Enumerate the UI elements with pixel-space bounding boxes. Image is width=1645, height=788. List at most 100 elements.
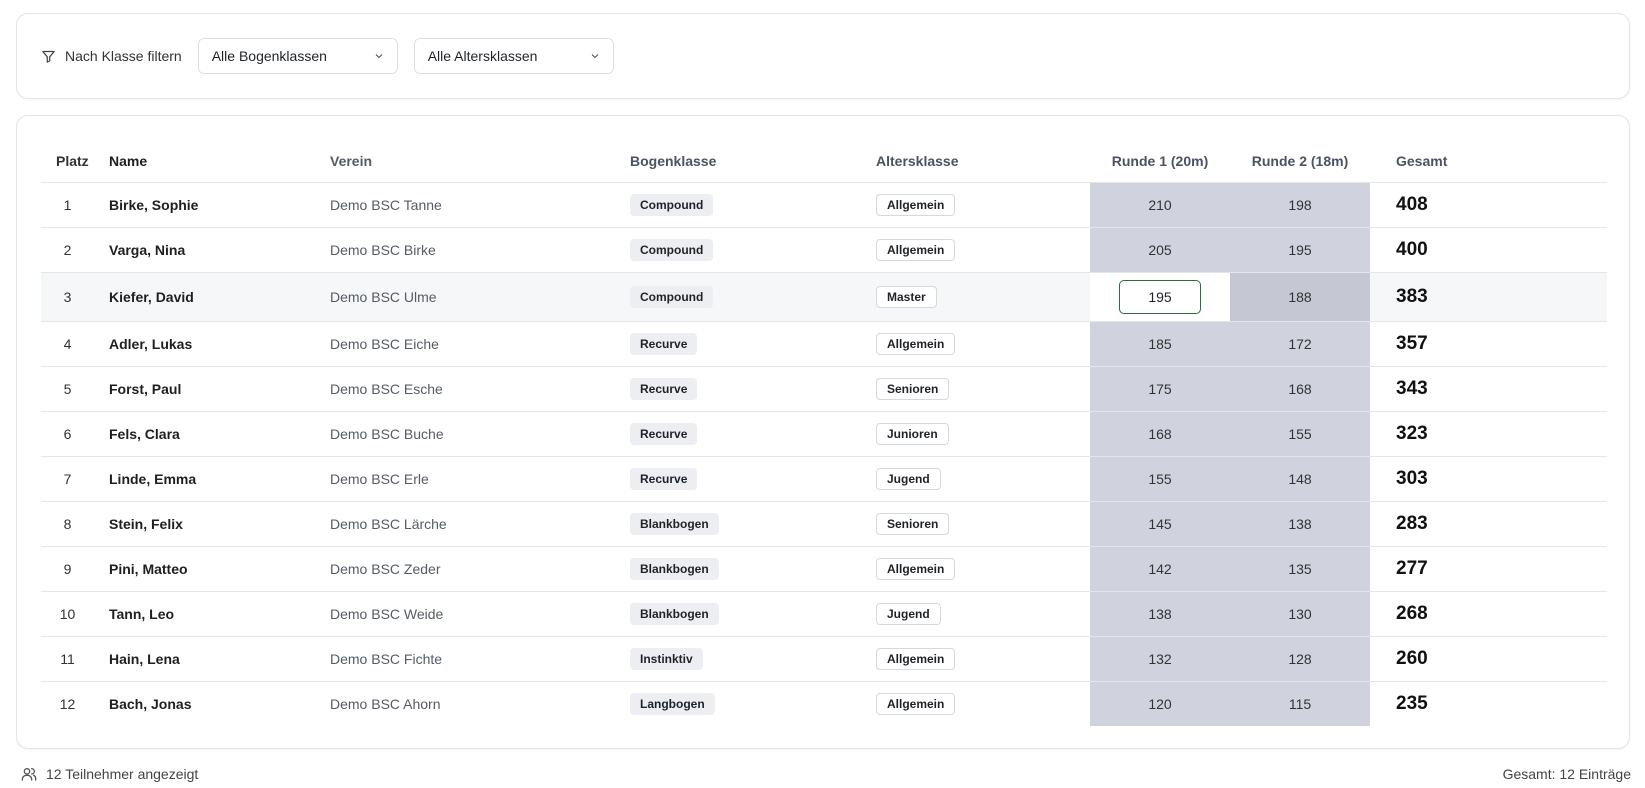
users-icon: [21, 768, 37, 781]
runde2-cell[interactable]: 148: [1230, 456, 1370, 502]
runde2-cell[interactable]: 128: [1230, 636, 1370, 682]
table-row[interactable]: 8 Stein, Felix Demo BSC Lärche Blankbogen Se…: [41, 501, 1607, 547]
filter-row: Nach Klasse filtern Alle Bogenklassen Al…: [41, 38, 630, 74]
header-altersklasse[interactable]: Altersklasse: [876, 141, 1090, 183]
runde2-cell[interactable]: 195: [1230, 227, 1370, 273]
table-row[interactable]: 12 Bach, Jonas Demo BSC Ahorn Langbogen Allg…: [41, 681, 1607, 726]
table-row[interactable]: 6 Fels, Clara Demo BSC Buche Recurve Juniore…: [41, 411, 1607, 457]
bogenklasse-cell: Langbogen: [630, 681, 876, 726]
header-verein[interactable]: Verein: [330, 141, 630, 183]
chevron-down-icon: [591, 54, 599, 59]
verein-cell: Demo BSC Buche: [330, 411, 630, 457]
runde1-cell[interactable]: 210: [1090, 182, 1230, 228]
header-runde2[interactable]: Runde 2 (18m): [1230, 141, 1370, 183]
name-cell: Kiefer, David: [94, 272, 330, 322]
table-body: 1 Birke, Sophie Demo BSC Tanne Compound Allg…: [41, 182, 1607, 726]
table-row[interactable]: 3 Kiefer, David Demo BSC Ulme Compound Maste…: [41, 272, 1607, 322]
table-row[interactable]: 5 Forst, Paul Demo BSC Esche Recurve Seniore…: [41, 366, 1607, 412]
bogenklasse-badge: Recurve: [630, 332, 698, 355]
table-row[interactable]: 10 Tann, Leo Demo BSC Weide Blankbogen Jugen…: [41, 591, 1607, 637]
altersklasse-badge: Allgemein: [876, 692, 956, 715]
bogenklasse-cell: Recurve: [630, 456, 876, 502]
results-table: Platz Name Verein Bogenklasse Altersklas…: [41, 141, 1607, 726]
runde1-cell[interactable]: 185: [1090, 321, 1230, 367]
runde1-cell[interactable]: 175: [1090, 366, 1230, 412]
runde1-cell[interactable]: 132: [1090, 636, 1230, 682]
table-row[interactable]: 7 Linde, Emma Demo BSC Erle Recurve Jugend 15…: [41, 456, 1607, 502]
bogenklasse-badge: Compound: [630, 193, 714, 216]
age-class-select[interactable]: Alle Altersklassen: [413, 38, 614, 74]
altersklasse-badge: Junioren: [876, 422, 949, 445]
runde1-edit-input[interactable]: [1119, 279, 1201, 314]
gesamt-cell: 383: [1370, 272, 1607, 322]
bow-class-select[interactable]: Alle Bogenklassen: [197, 38, 398, 74]
runde2-cell[interactable]: 172: [1230, 321, 1370, 367]
platz-cell: 8: [41, 501, 94, 547]
bogenklasse-badge: Compound: [630, 238, 714, 261]
runde2-cell[interactable]: 115: [1230, 681, 1370, 726]
runde2-cell[interactable]: 130: [1230, 591, 1370, 637]
runde2-cell[interactable]: 135: [1230, 546, 1370, 592]
gesamt-cell: 283: [1370, 501, 1607, 547]
altersklasse-cell: Jugend: [876, 456, 1090, 502]
runde1-cell[interactable]: 138: [1090, 591, 1230, 637]
bogenklasse-badge: Blankbogen: [630, 602, 719, 625]
platz-cell: 2: [41, 227, 94, 273]
altersklasse-badge: Allgemein: [876, 332, 956, 355]
table-row[interactable]: 4 Adler, Lukas Demo BSC Eiche Recurve Allgem…: [41, 321, 1607, 367]
runde1-cell[interactable]: 142: [1090, 546, 1230, 592]
runde2-cell[interactable]: 198: [1230, 182, 1370, 228]
bogenklasse-cell: Recurve: [630, 411, 876, 457]
verein-cell: Demo BSC Esche: [330, 366, 630, 412]
altersklasse-cell: Allgemein: [876, 636, 1090, 682]
filter-icon: [42, 50, 55, 63]
verein-cell: Demo BSC Fichte: [330, 636, 630, 682]
verein-cell: Demo BSC Eiche: [330, 321, 630, 367]
table-row[interactable]: 1 Birke, Sophie Demo BSC Tanne Compound Allg…: [41, 182, 1607, 228]
table-header-row: Platz Name Verein Bogenklasse Altersklas…: [41, 141, 1607, 183]
altersklasse-cell: Jugend: [876, 591, 1090, 637]
table-row[interactable]: 11 Hain, Lena Demo BSC Fichte Instinktiv All…: [41, 636, 1607, 682]
altersklasse-badge: Master: [876, 285, 937, 308]
runde1-cell[interactable]: 155: [1090, 456, 1230, 502]
header-bogenklasse[interactable]: Bogenklasse: [630, 141, 876, 183]
altersklasse-cell: Allgemein: [876, 681, 1090, 726]
altersklasse-cell: Master: [876, 272, 1090, 322]
platz-cell: 6: [41, 411, 94, 457]
header-gesamt[interactable]: Gesamt: [1370, 141, 1607, 183]
verein-cell: Demo BSC Ulme: [330, 272, 630, 322]
platz-cell: 12: [59, 695, 76, 712]
header-name[interactable]: Name: [94, 141, 330, 183]
name-cell: Bach, Jonas: [109, 695, 192, 712]
altersklasse-badge: Allgemein: [876, 193, 956, 216]
runde1-cell[interactable]: 168: [1090, 411, 1230, 457]
runde1-cell[interactable]: 145: [1090, 501, 1230, 547]
runde2-cell[interactable]: 168: [1230, 366, 1370, 412]
bogenklasse-cell: Instinktiv: [630, 636, 876, 682]
bogenklasse-cell: Recurve: [630, 366, 876, 412]
bogenklasse-badge: Langbogen: [630, 692, 715, 715]
table-row[interactable]: 2 Varga, Nina Demo BSC Birke Compound Allgem…: [41, 227, 1607, 273]
bogenklasse-badge: Instinktiv: [630, 647, 703, 670]
runde1-cell[interactable]: 205: [1090, 227, 1230, 273]
age-class-select-value: Alle Altersklassen: [427, 48, 538, 64]
platz-cell: 7: [41, 456, 94, 502]
altersklasse-cell: Senioren: [876, 501, 1090, 547]
name-cell: Adler, Lukas: [94, 321, 330, 367]
gesamt-cell: 343: [1370, 366, 1607, 412]
name-cell: Varga, Nina: [94, 227, 330, 273]
altersklasse-badge: Allgemein: [876, 647, 956, 670]
bogenklasse-badge: Compound: [630, 285, 714, 308]
header-runde1[interactable]: Runde 1 (20m): [1090, 141, 1230, 183]
runde1-cell[interactable]: 120: [1090, 681, 1230, 726]
runde2-cell[interactable]: 155: [1230, 411, 1370, 457]
name-cell: Fels, Clara: [94, 411, 330, 457]
header-platz[interactable]: Platz: [41, 141, 94, 183]
table-row[interactable]: 9 Pini, Matteo Demo BSC Zeder Blankbogen All…: [41, 546, 1607, 592]
verein-cell: Demo BSC Zeder: [330, 546, 630, 592]
altersklasse-badge: Senioren: [876, 512, 950, 535]
runde2-cell[interactable]: 138: [1230, 501, 1370, 547]
name-cell: Birke, Sophie: [94, 182, 330, 228]
runde2-cell[interactable]: 188: [1230, 272, 1370, 322]
runde1-cell[interactable]: [1090, 272, 1230, 322]
